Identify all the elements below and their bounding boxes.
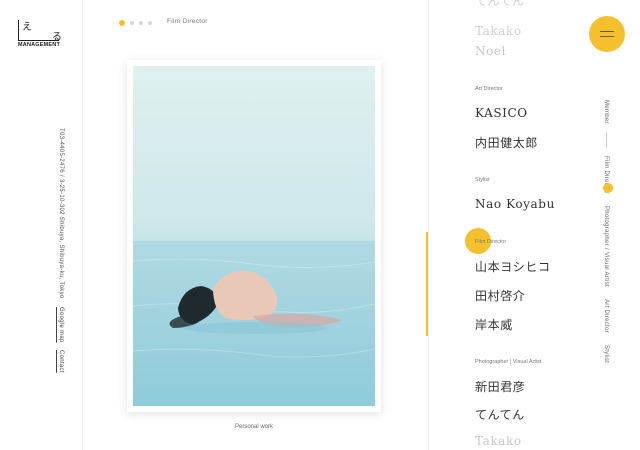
logo-glyph-2: る <box>52 32 62 43</box>
member-yamamoto[interactable]: 山本ヨシヒコ <box>475 258 551 275</box>
slide-dot[interactable] <box>148 21 152 25</box>
member-takako-top[interactable]: Takako <box>475 24 522 38</box>
category-photographer: Photographer | Visual Artist <box>475 359 542 365</box>
slide-dot-active[interactable] <box>119 20 125 26</box>
menu-icon <box>600 31 614 32</box>
category-art-director: Art Director <box>475 86 503 92</box>
member-shinda[interactable]: 新田君彦 <box>475 378 525 395</box>
category-nav: Member Film Director Photographer / Visu… <box>600 100 612 363</box>
contact-info: T03-4405-2476 / 3-25-10-302 Shibuya, Shi… <box>34 128 88 373</box>
contact-link[interactable]: Contact <box>58 350 64 373</box>
menu-icon <box>600 36 614 37</box>
menu-button[interactable] <box>589 16 625 52</box>
nav-art-director[interactable]: Art Director <box>603 299 609 333</box>
slide-dot[interactable] <box>139 21 143 25</box>
member-uchida[interactable]: 内田健太郎 <box>475 134 538 151</box>
member-kishimoto[interactable]: 岸本威 <box>475 316 513 333</box>
member-tenten-top[interactable]: てんてん <box>475 0 525 9</box>
nav-stylist[interactable]: Stylist <box>603 345 609 363</box>
nav-active-dot <box>603 183 613 193</box>
address-text: T03-4405-2476 / 3-25-10-302 Shibuya, Shi… <box>58 128 64 299</box>
section-label: Film Director <box>167 18 208 25</box>
nav-photographer[interactable]: Photographer / Visual Artist <box>603 206 609 287</box>
nav-member[interactable]: Member <box>603 100 609 124</box>
category-film-director: Film Director <box>475 239 507 245</box>
slide-pagination <box>119 20 152 26</box>
photo-image <box>133 66 375 406</box>
slide-dot[interactable] <box>130 21 134 25</box>
photo-caption: Personal work <box>234 424 273 430</box>
member-nao-koyabu[interactable]: Nao Koyabu <box>475 197 555 211</box>
nav-divider <box>605 131 607 148</box>
member-tamura[interactable]: 田村啓介 <box>475 287 525 304</box>
logo[interactable]: え る MANAGEMENT <box>18 20 62 50</box>
logo-glyph-1: え <box>22 22 32 33</box>
member-tenten[interactable]: てんてん <box>475 406 525 423</box>
featured-photo[interactable] <box>127 60 381 412</box>
member-kasico[interactable]: KASICO <box>475 106 528 120</box>
logo-wordmark: MANAGEMENT <box>18 42 61 48</box>
google-map-link[interactable]: Google map <box>58 307 64 343</box>
left-rail: え る MANAGEMENT T03-4405-2476 / 3-25-10-3… <box>0 0 83 450</box>
member-noel[interactable]: Noel <box>475 44 506 58</box>
member-takako[interactable]: Takako <box>475 434 522 448</box>
category-stylist: Stylist <box>475 177 490 183</box>
